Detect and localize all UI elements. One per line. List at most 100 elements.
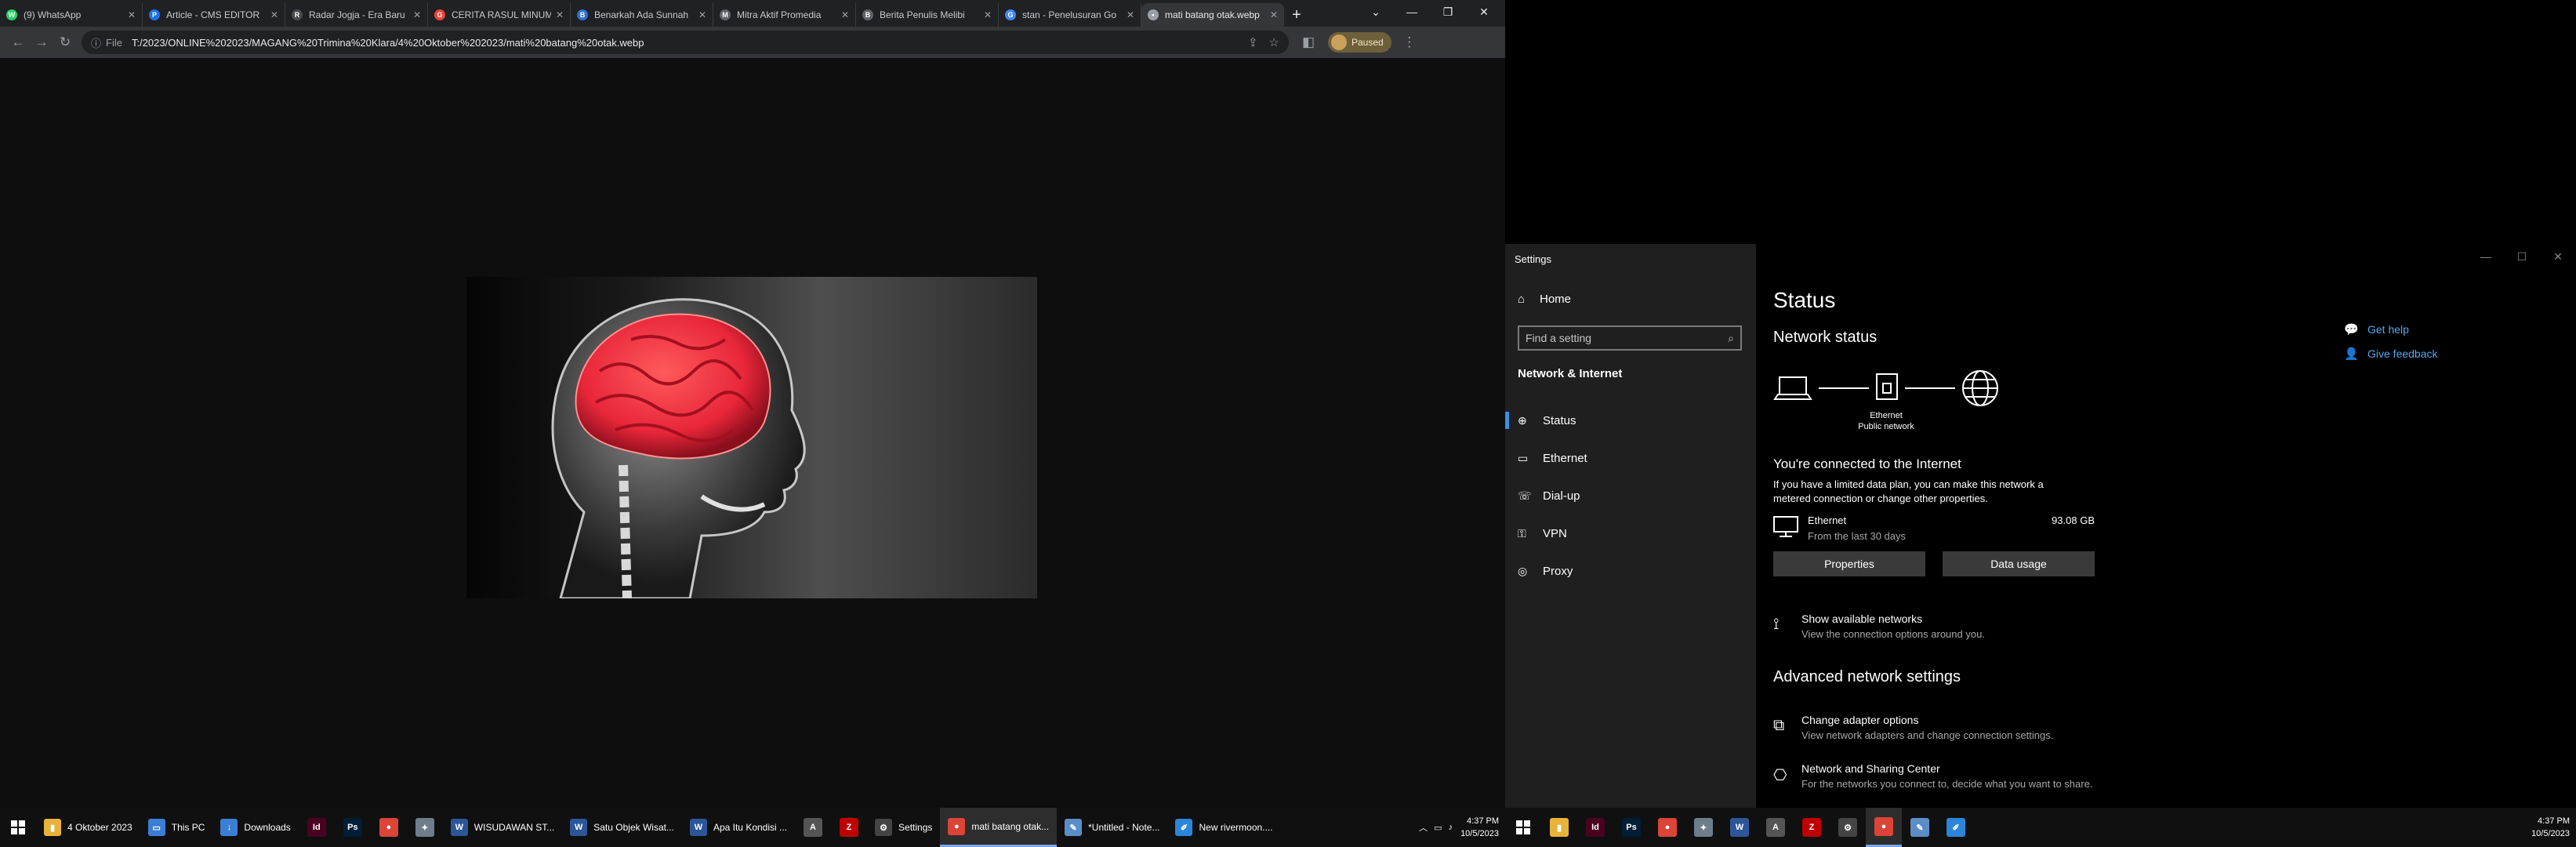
- taskbar-icon[interactable]: Ps: [1613, 808, 1649, 847]
- tab-close-icon[interactable]: ✕: [984, 9, 992, 20]
- find-setting-input[interactable]: Find a setting ⌕: [1518, 325, 1742, 351]
- side-panel-icon[interactable]: ◧: [1297, 31, 1320, 54]
- dialup-icon: ☏: [1518, 489, 1532, 502]
- data-usage-button[interactable]: Data usage: [1943, 551, 2095, 576]
- minimize-button[interactable]: —: [1394, 0, 1430, 24]
- forward-button[interactable]: →: [30, 31, 53, 54]
- give-feedback-link[interactable]: 👤 Give feedback: [2344, 347, 2438, 361]
- taskbar-item[interactable]: W Apa Itu Kondisi ...: [682, 808, 795, 847]
- info-icon[interactable]: ⓘ: [91, 35, 101, 50]
- taskbar-item[interactable]: ⚙ Settings: [867, 808, 940, 847]
- get-help-link[interactable]: 💬 Get help: [2344, 322, 2409, 336]
- taskbar-item[interactable]: ✦: [407, 808, 443, 847]
- browser-tab[interactable]: Gstan - Penelusuran Go ✕: [999, 3, 1141, 27]
- taskbar-item[interactable]: A: [795, 808, 831, 847]
- taskbar-item[interactable]: W WISUDAWAN ST...: [443, 808, 562, 847]
- taskbar-item-label: Settings: [898, 822, 933, 833]
- show-networks-link[interactable]: ⟟ Show available networks View the conne…: [1773, 613, 2244, 647]
- tab-title: Radar Jogja - Era Baru: [309, 9, 405, 20]
- taskbar-item[interactable]: W Satu Objek Wisat...: [562, 808, 682, 847]
- gear-icon: ⚙: [1838, 818, 1857, 837]
- close-button[interactable]: ✕: [2540, 244, 2576, 269]
- taskbar-icon[interactable]: ✦: [1685, 808, 1722, 847]
- taskbar-item[interactable]: ▮ 4 Oktober 2023: [36, 808, 140, 847]
- nav-item-ethernet[interactable]: ▭ Ethernet: [1505, 442, 1756, 474]
- taskbar-item[interactable]: ✐ New rivermoon....: [1167, 808, 1280, 847]
- tabs: W (9) WhatsApp ✕ P Article - CMS EDITOR ✕ R Rad…: [0, 3, 1284, 27]
- taskbar-icon[interactable]: ●: [1649, 808, 1685, 847]
- back-button[interactable]: ←: [6, 31, 30, 54]
- browser-tab[interactable]: B Benarkah Ada Sunnah ✕: [571, 3, 713, 27]
- new-tab-button[interactable]: +: [1284, 3, 1309, 27]
- maximize-button[interactable]: ☐: [2504, 244, 2540, 269]
- tab-close-icon[interactable]: ✕: [556, 9, 564, 20]
- monitor-left: W (9) WhatsApp ✕ P Article - CMS EDITOR ✕ R Rad…: [0, 0, 1505, 847]
- taskbar-item[interactable]: ✎ *Untitled - Note...: [1057, 808, 1167, 847]
- tab-close-icon[interactable]: ✕: [1270, 9, 1278, 20]
- taskbar-item[interactable]: Id: [299, 808, 335, 847]
- nav-item-status[interactable]: ⊕ Status: [1505, 404, 1756, 437]
- tab-close-icon[interactable]: ✕: [1127, 9, 1134, 20]
- nav-item-proxy[interactable]: ◎ Proxy: [1505, 554, 1756, 587]
- tray-chevron-icon[interactable]: ︿: [1419, 821, 1428, 834]
- browser-tab[interactable]: G CERITA RASUL MINUM ✕: [428, 3, 571, 27]
- adapter-options-link[interactable]: ⧉ Change adapter options View network ad…: [1773, 714, 2244, 748]
- taskbar-icon[interactable]: ●: [1866, 808, 1902, 847]
- taskbar-item[interactable]: ● mati batang otak...: [940, 808, 1058, 847]
- browser-tab[interactable]: M Mitra Aktif Promedia ✕: [713, 3, 856, 27]
- tab-title: Mitra Aktif Promedia: [737, 9, 822, 20]
- volume-icon[interactable]: ♪: [1449, 823, 1453, 832]
- reload-button[interactable]: ↻: [53, 31, 77, 54]
- address-bar[interactable]: ⓘ File T:/2023/ONLINE%202023/MAGANG%20Tr…: [82, 31, 1289, 54]
- nav-item-label: Proxy: [1543, 564, 1573, 578]
- tab-close-icon[interactable]: ✕: [128, 9, 136, 20]
- taskbar-icon[interactable]: Z: [1794, 808, 1830, 847]
- taskbar-icon[interactable]: ⚙: [1830, 808, 1866, 847]
- minimize-button[interactable]: —: [2468, 244, 2504, 269]
- network-tray-icon[interactable]: ▭: [1434, 823, 1442, 833]
- close-button[interactable]: ✕: [1466, 0, 1502, 24]
- restore-button[interactable]: ❐: [1430, 0, 1466, 24]
- taskbar-icon[interactable]: A: [1758, 808, 1794, 847]
- settings-window-controls: — ☐ ✕: [2468, 244, 2576, 269]
- tab-close-icon[interactable]: ✕: [698, 9, 706, 20]
- start-button[interactable]: [0, 808, 36, 847]
- tab-close-icon[interactable]: ✕: [841, 9, 849, 20]
- profile-button[interactable]: Paused: [1328, 32, 1391, 53]
- tab-search-icon[interactable]: ⌄: [1358, 0, 1394, 24]
- pdf-icon: A: [1766, 818, 1785, 837]
- nav-home[interactable]: ⌂ Home: [1518, 293, 1571, 306]
- sharing-center-link[interactable]: ⎔ Network and Sharing Center For the net…: [1773, 762, 2244, 797]
- taskbar-item[interactable]: Z: [831, 808, 867, 847]
- taskbar-icon[interactable]: ▮: [1541, 808, 1577, 847]
- taskbar-item[interactable]: ●: [371, 808, 407, 847]
- browser-tab[interactable]: W (9) WhatsApp ✕: [0, 3, 143, 27]
- browser-tab[interactable]: P Article - CMS EDITOR ✕: [143, 3, 285, 27]
- browser-tab[interactable]: R Radar Jogja - Era Baru ✕: [285, 3, 428, 27]
- clock[interactable]: 4:37 PM 10/5/2023: [2531, 815, 2570, 840]
- taskbar-icon[interactable]: ✎: [1902, 808, 1938, 847]
- menu-icon[interactable]: ⋮: [1398, 31, 1421, 54]
- tab-close-icon[interactable]: ✕: [270, 9, 278, 20]
- taskbar-item[interactable]: ▭ This PC: [140, 808, 213, 847]
- taskbar-icon[interactable]: Id: [1577, 808, 1613, 847]
- start-button[interactable]: [1505, 808, 1541, 847]
- taskbar-icon[interactable]: ✐: [1938, 808, 1974, 847]
- clock[interactable]: 4:37 PM 10/5/2023: [1460, 815, 1499, 840]
- share-icon[interactable]: ⇪: [1248, 35, 1258, 49]
- ethernet-name: Ethernet: [1808, 514, 1847, 526]
- bookmark-star-icon[interactable]: ☆: [1269, 35, 1279, 49]
- properties-button[interactable]: Properties: [1773, 551, 1925, 576]
- profile-status: Paused: [1351, 37, 1384, 48]
- pdf-icon: A: [804, 818, 823, 837]
- nav-item-dialup[interactable]: ☏ Dial-up: [1505, 479, 1756, 512]
- browser-tab[interactable]: • mati batang otak.webp ✕: [1141, 3, 1284, 27]
- nav-item-vpn[interactable]: ⚿ VPN: [1505, 517, 1756, 550]
- url-text[interactable]: T:/2023/ONLINE%202023/MAGANG%20Trimina%2…: [132, 37, 1237, 49]
- taskbar-item[interactable]: Ps: [335, 808, 371, 847]
- tab-close-icon[interactable]: ✕: [413, 9, 421, 20]
- filezilla-icon: Z: [840, 818, 859, 837]
- taskbar-icon[interactable]: W: [1722, 808, 1758, 847]
- taskbar-item[interactable]: ↓ Downloads: [212, 808, 298, 847]
- browser-tab[interactable]: B Berita Penulis Melibi ✕: [856, 3, 999, 27]
